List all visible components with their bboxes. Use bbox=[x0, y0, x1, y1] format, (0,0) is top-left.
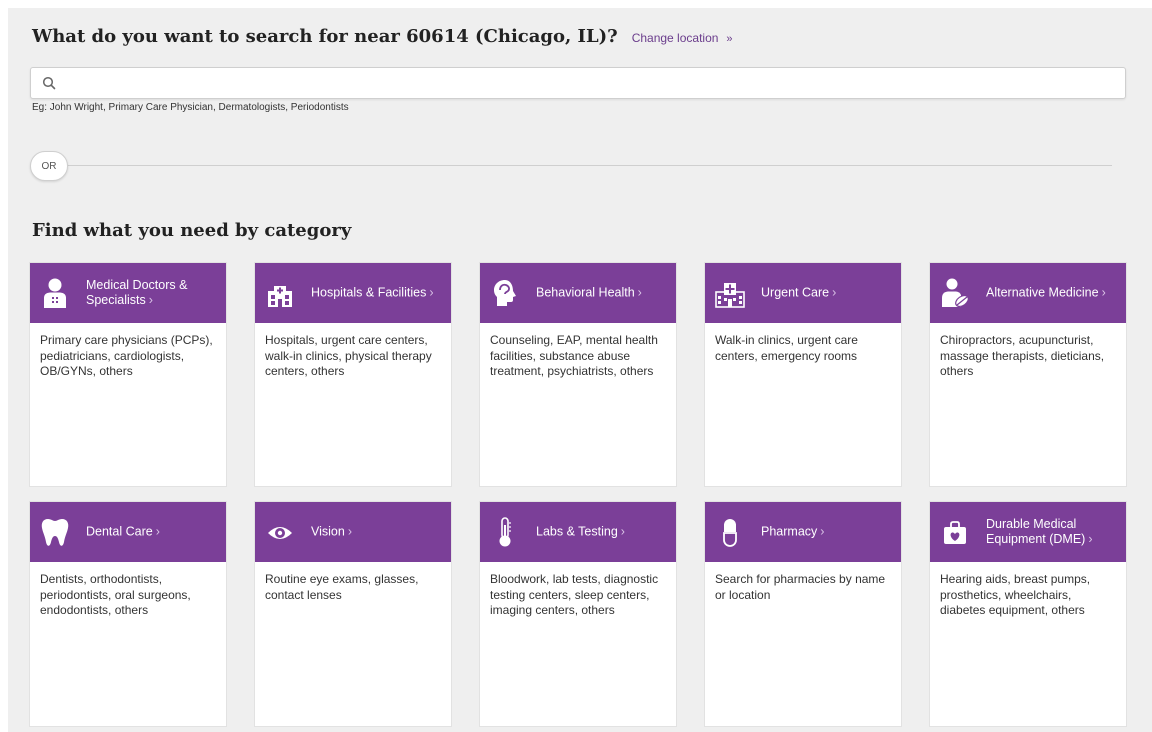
chevron-right-icon: › bbox=[1101, 285, 1106, 300]
category-card-dental-care: Dental Care › Dentists, orthodontists, pe… bbox=[30, 502, 226, 726]
chevron-right-icon: › bbox=[832, 285, 837, 300]
category-title: Urgent Care bbox=[761, 285, 830, 300]
category-description: Hearing aids, breast pumps, prosthetics,… bbox=[940, 572, 1091, 617]
category-link-dental-care[interactable]: Dental Care › bbox=[30, 502, 226, 562]
search-box[interactable] bbox=[30, 67, 1126, 99]
search-heading-row: What do you want to search for near 6061… bbox=[32, 26, 733, 47]
chevron-right-icon: › bbox=[347, 524, 352, 539]
chevron-right-icon: › bbox=[155, 524, 160, 539]
category-description: Bloodwork, lab tests, diagnostic testing… bbox=[490, 572, 659, 617]
category-card-pharmacy: Pharmacy › Search for pharmacies by name … bbox=[705, 502, 901, 726]
category-description: Counseling, EAP, mental health facilitie… bbox=[490, 333, 658, 378]
thermometer-icon bbox=[499, 517, 511, 547]
category-link-vision[interactable]: Vision › bbox=[255, 502, 451, 562]
category-title: Labs & Testing bbox=[536, 524, 618, 539]
chevron-right-icon: › bbox=[1088, 532, 1093, 546]
search-hint: Eg: John Wright, Primary Care Physician,… bbox=[32, 102, 349, 113]
category-card-labs-testing: Labs & Testing › Bloodwork, lab tests, di… bbox=[480, 502, 676, 726]
search-icon bbox=[42, 76, 56, 90]
category-link-behavioral-health[interactable]: Behavioral Health › bbox=[480, 263, 676, 323]
double-chevron-right-icon: » bbox=[726, 33, 733, 45]
or-badge: OR bbox=[30, 151, 68, 181]
category-title: Medical Doctors & Specialists bbox=[86, 278, 188, 307]
urgent-care-building-icon bbox=[715, 283, 745, 308]
page-title: What do you want to search for near 6061… bbox=[32, 26, 618, 47]
category-heading: Find what you need by category bbox=[32, 220, 352, 241]
category-title: Dental Care bbox=[86, 524, 153, 539]
chevron-right-icon: › bbox=[637, 285, 642, 300]
category-description: Chiropractors, acupuncturist, massage th… bbox=[940, 333, 1105, 378]
category-description: Routine eye exams, glasses, contact lens… bbox=[265, 572, 419, 602]
category-description: Walk-in clinics, urgent care centers, em… bbox=[715, 333, 858, 363]
page: What do you want to search for near 6061… bbox=[8, 8, 1152, 732]
category-description: Dentists, orthodontists, periodontists, … bbox=[40, 572, 191, 617]
category-link-dme[interactable]: Durable Medical Equipment (DME) › bbox=[930, 502, 1126, 562]
category-link-urgent-care[interactable]: Urgent Care › bbox=[705, 263, 901, 323]
category-link-medical-doctors[interactable]: Medical Doctors & Specialists › bbox=[30, 263, 226, 323]
chevron-right-icon: › bbox=[148, 293, 153, 307]
alternative-medicine-icon bbox=[942, 278, 969, 308]
category-card-alternative-medicine: Alternative Medicine › Chiropractors, acu… bbox=[930, 263, 1126, 486]
change-location-label: Change location bbox=[631, 31, 719, 45]
chevron-right-icon: › bbox=[620, 524, 625, 539]
or-divider: OR bbox=[30, 151, 1112, 181]
category-card-urgent-care: Urgent Care › Walk-in clinics, urgent car… bbox=[705, 263, 901, 486]
category-title: Vision bbox=[311, 524, 345, 539]
doctor-icon bbox=[44, 278, 66, 308]
category-description: Primary care physicians (PCPs), pediatri… bbox=[40, 333, 213, 378]
pill-icon bbox=[723, 519, 737, 547]
category-link-labs-testing[interactable]: Labs & Testing › bbox=[480, 502, 676, 562]
eye-icon bbox=[268, 527, 292, 539]
category-card-behavioral-health: Behavioral Health › Counseling, EAP, ment… bbox=[480, 263, 676, 486]
category-link-hospitals[interactable]: Hospitals & Facilities › bbox=[255, 263, 451, 323]
search-input[interactable] bbox=[65, 72, 1119, 96]
change-location-link[interactable]: Change location » bbox=[632, 31, 733, 45]
category-link-pharmacy[interactable]: Pharmacy › bbox=[705, 502, 901, 562]
category-card-vision: Vision › Routine eye exams, glasses, cont… bbox=[255, 502, 451, 726]
chevron-right-icon: › bbox=[820, 524, 825, 539]
head-profile-icon bbox=[494, 280, 516, 306]
divider-line bbox=[60, 165, 1112, 166]
hospital-building-icon bbox=[268, 286, 292, 307]
category-title: Behavioral Health bbox=[536, 285, 635, 300]
category-card-medical-doctors: Medical Doctors & Specialists › Primary c… bbox=[30, 263, 226, 486]
category-card-dme: Durable Medical Equipment (DME) › Hearing… bbox=[930, 502, 1126, 726]
category-title: Alternative Medicine bbox=[986, 285, 1099, 300]
category-title: Durable Medical Equipment (DME) bbox=[986, 517, 1086, 546]
category-card-hospitals: Hospitals & Facilities › Hospitals, urgen… bbox=[255, 263, 451, 486]
tooth-icon bbox=[41, 519, 69, 546]
category-title: Hospitals & Facilities bbox=[311, 285, 427, 300]
chevron-right-icon: › bbox=[429, 285, 434, 300]
category-link-alternative-medicine[interactable]: Alternative Medicine › bbox=[930, 263, 1126, 323]
category-description: Search for pharmacies by name or locatio… bbox=[715, 572, 886, 602]
medical-bag-icon bbox=[944, 521, 966, 544]
category-title: Pharmacy bbox=[761, 524, 818, 539]
category-description: Hospitals, urgent care centers, walk-in … bbox=[265, 333, 432, 378]
